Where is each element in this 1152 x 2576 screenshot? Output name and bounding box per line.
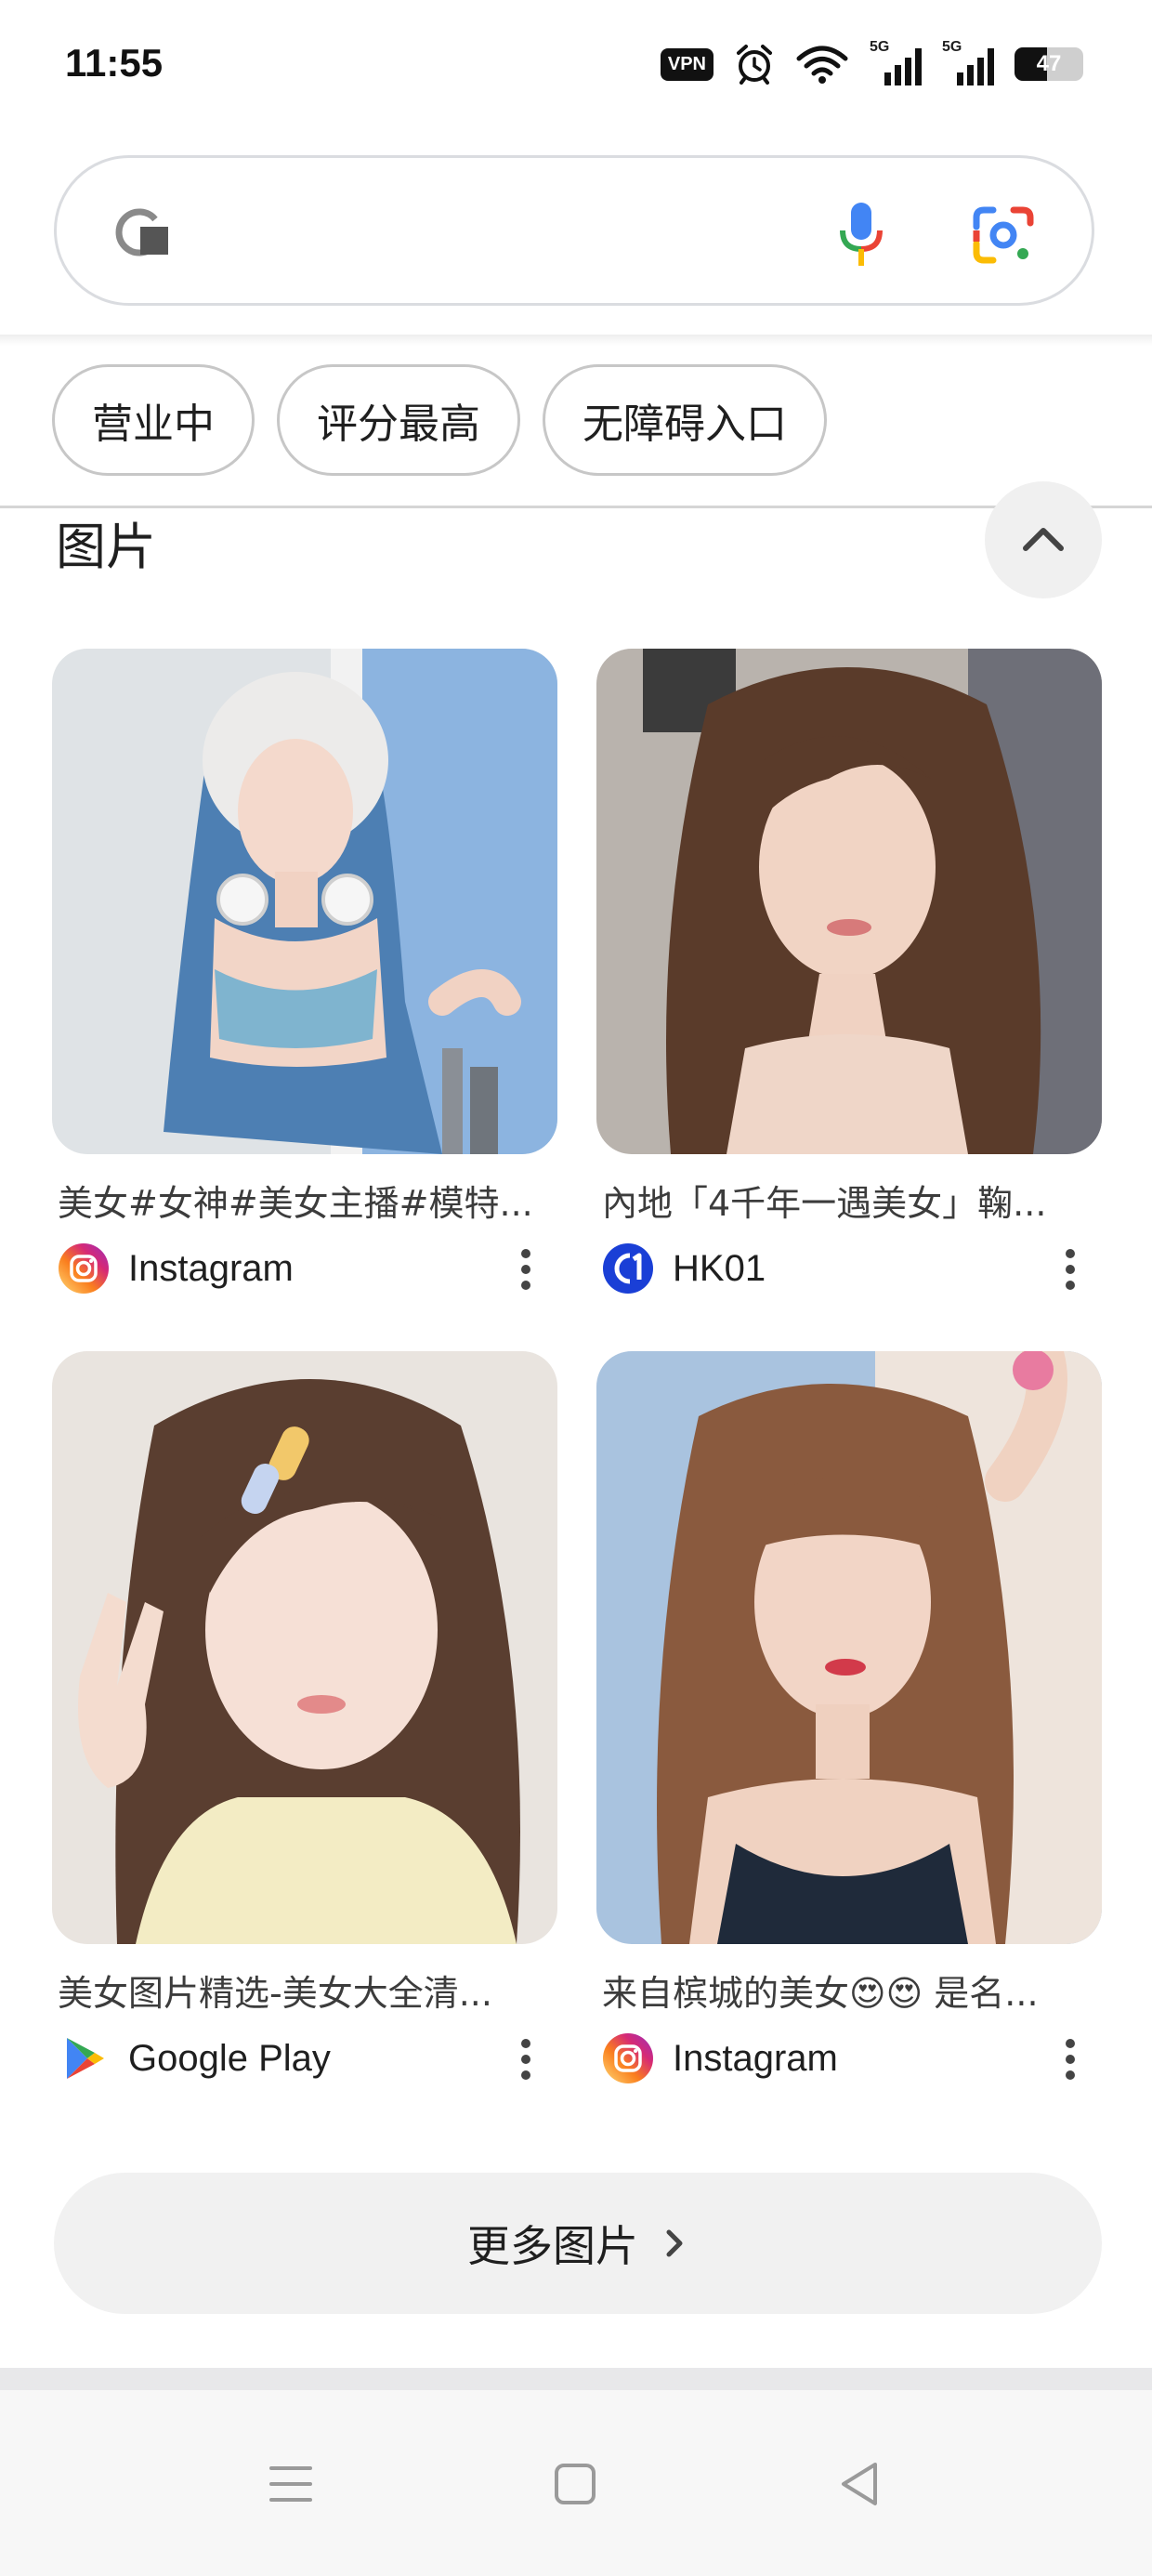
menu-icon[interactable]	[258, 2451, 323, 2517]
header-shadow	[0, 335, 1152, 346]
source-name: Instagram	[128, 1248, 294, 1289]
more-options-icon[interactable]	[520, 1248, 531, 1291]
photo-woman-blue-hair	[52, 649, 557, 1154]
chip-open-now[interactable]: 营业中	[52, 364, 255, 476]
chevron-right-icon	[666, 2229, 683, 2257]
photo-woman-brown-hair	[596, 649, 1102, 1154]
image-caption: 內地「4千年一遇美女」鞠...	[602, 1183, 1047, 1224]
instagram-icon	[59, 1243, 109, 1294]
divider	[0, 506, 1152, 508]
image-thumbnail[interactable]	[52, 1351, 557, 1944]
image-thumbnail[interactable]	[52, 649, 557, 1154]
image-caption: 来自槟城的美女😍😍 是名...	[602, 1973, 1039, 2014]
more-options-icon[interactable]	[520, 2038, 531, 2081]
google-g-icon	[115, 208, 168, 256]
image-source[interactable]: Instagram	[52, 1242, 557, 1295]
search-input[interactable]	[196, 195, 720, 271]
battery-icon: 47	[1015, 47, 1083, 81]
image-source[interactable]: HK01	[596, 1242, 1102, 1295]
status-icons: VPN 5G 5G 47	[660, 39, 1083, 85]
alarm-icon	[737, 45, 772, 85]
search-bar[interactable]	[54, 155, 1094, 306]
image-result-1[interactable]: 美女#女神#美女主播#模特... Instagram	[52, 649, 557, 1295]
image-thumbnail[interactable]	[596, 1351, 1102, 1944]
vpn-icon: VPN	[660, 47, 713, 81]
photo-woman-peace-sign	[52, 1351, 557, 1944]
section-separator	[0, 2368, 1152, 2390]
status-bar: 11:55 VPN 5G 5G 47	[0, 0, 1152, 130]
status-time: 11:55	[65, 41, 164, 85]
chevron-up-icon	[1023, 528, 1064, 551]
instagram-icon	[603, 2033, 653, 2083]
photo-woman-bangs	[596, 1351, 1102, 1944]
image-result-4[interactable]: 来自槟城的美女😍😍 是名... Instagram	[596, 1351, 1102, 2084]
more-options-icon[interactable]	[1065, 1248, 1076, 1291]
microphone-icon[interactable]	[835, 201, 887, 269]
signal-icon-2: 5G	[942, 39, 994, 85]
image-thumbnail[interactable]	[596, 649, 1102, 1154]
source-name: HK01	[673, 1248, 766, 1289]
more-options-icon[interactable]	[1065, 2038, 1076, 2081]
battery-level: 47	[1036, 51, 1062, 76]
google-lens-icon[interactable]	[971, 204, 1036, 266]
image-caption: 美女图片精选-美女大全清...	[58, 1973, 492, 2014]
system-navigation-bar	[0, 2390, 1152, 2576]
signal-icon-1: 5G	[870, 39, 922, 85]
wifi-icon	[796, 46, 848, 84]
back-icon[interactable]	[829, 2451, 894, 2517]
more-images-label: 更多图片	[467, 2221, 638, 2271]
source-name: Instagram	[673, 2038, 838, 2079]
home-icon[interactable]	[543, 2451, 608, 2517]
more-images-button[interactable]: 更多图片	[54, 2173, 1102, 2314]
collapse-button[interactable]	[985, 481, 1102, 598]
filter-chips: 营业中 评分最高 无障碍入口	[52, 364, 827, 476]
chip-accessible-entrance[interactable]: 无障碍入口	[543, 364, 827, 476]
image-result-2[interactable]: 內地「4千年一遇美女」鞠... HK01	[596, 649, 1102, 1295]
chip-top-rated[interactable]: 评分最高	[277, 364, 520, 476]
image-result-3[interactable]: 美女图片精选-美女大全清... Google Play	[52, 1351, 557, 2084]
google-play-icon	[67, 2038, 104, 2079]
section-title: 图片	[56, 518, 156, 576]
hk01-icon	[603, 1243, 653, 1294]
image-source[interactable]: Google Play	[52, 2032, 557, 2084]
source-name: Google Play	[128, 2038, 331, 2079]
image-source[interactable]: Instagram	[596, 2032, 1102, 2084]
image-caption: 美女#女神#美女主播#模特...	[58, 1183, 533, 1224]
